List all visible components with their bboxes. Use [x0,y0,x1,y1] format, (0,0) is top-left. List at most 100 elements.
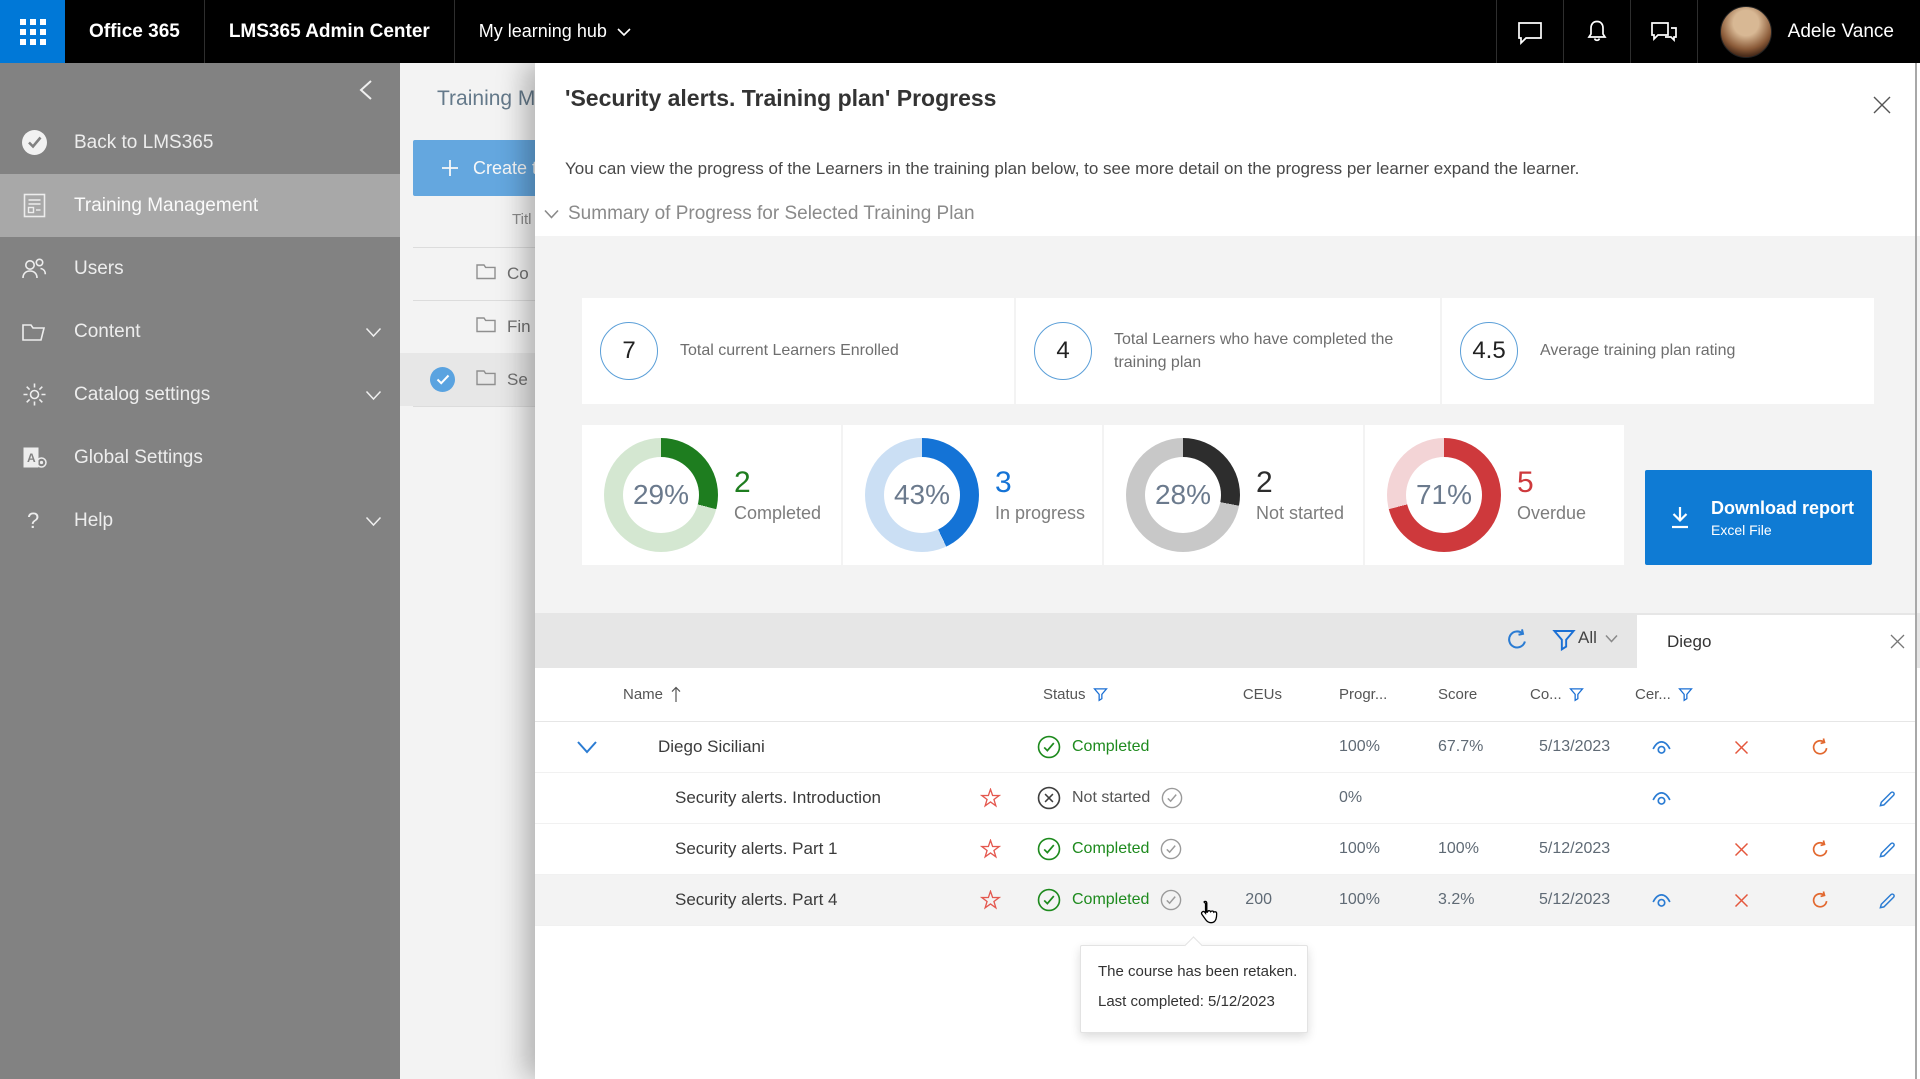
sidebar-item-back-to-lms365[interactable]: Back to LMS365 [0,111,400,174]
app-launcher-icon[interactable] [0,0,65,63]
donut-card-in-progress: 43% 3 In progress [843,425,1102,565]
table-body: Diego Siciliani Completed 100% 67.7% 5/13/20… [535,722,1917,926]
delete-x-icon[interactable] [1732,840,1751,859]
background-column-header: Titl [512,211,532,228]
column-header-progress[interactable]: Progr... [1290,686,1415,703]
edit-pencil-icon[interactable] [1877,788,1898,809]
row-name[interactable]: Security alerts. Part 4 [640,890,965,910]
retake-icon[interactable] [1810,839,1831,860]
filter-funnel-icon[interactable] [1568,687,1584,702]
expand-chevron-icon[interactable] [576,740,598,755]
sidebar-item-catalog-settings[interactable]: Catalog settings [0,363,400,426]
filter-all-dropdown[interactable]: All [1578,628,1618,648]
retake-icon[interactable] [1810,890,1831,911]
table-row-security-alerts-introduction: Security alerts. Introduction Not started… [535,773,1917,824]
user-avatar[interactable] [1719,5,1772,58]
column-header-ceus[interactable]: CEUs [1225,686,1290,703]
donut-label: Not started [1256,503,1345,523]
column-header-name[interactable]: Name [623,686,965,703]
refresh-icon[interactable] [1500,623,1534,657]
user-name[interactable]: Adele Vance [1772,21,1920,43]
filter-funnel-icon[interactable] [1677,687,1693,702]
table-row-security-alerts-part-1: Security alerts. Part 1 Completed 100% 100%… [535,824,1917,875]
background-table-row[interactable]: Se [400,353,535,406]
summary-toggle[interactable]: Summary of Progress for Selected Trainin… [543,203,975,225]
my-learning-hub-menu[interactable]: My learning hub [455,0,655,63]
delete-x-icon[interactable] [1732,891,1751,910]
cell-progress: 100% [1339,891,1380,908]
create-training-plan-button[interactable]: Create tra [413,140,535,196]
brand-lms365-admin-center[interactable]: LMS365 Admin Center [205,0,454,63]
sidebar-collapse-icon[interactable] [352,75,382,105]
modal-title: 'Security alerts. Training plan' Progres… [565,85,997,111]
search-box [1637,615,1917,668]
chevron-down-icon [365,322,382,344]
users-icon [20,255,48,283]
column-header-status[interactable]: Status [1015,686,1225,703]
stat-label: Average training plan rating [1540,342,1736,360]
chevron-down-icon [365,385,382,407]
svg-text:?: ? [27,508,39,533]
row-name[interactable]: Diego Siciliani [640,737,965,757]
donut-percent: 43% [884,457,960,533]
download-report-button[interactable]: Download report Excel File [1645,470,1872,565]
brand-office365[interactable]: Office 365 [65,0,204,63]
download-report-label: Download report [1711,497,1854,518]
sidebar-item-help[interactable]: ? Help [0,489,400,552]
status-completed-icon [1037,888,1061,912]
donut-percent: 71% [1406,457,1482,533]
background-table-row[interactable]: Fin [400,300,535,353]
column-header-completed[interactable]: Co... [1510,686,1625,703]
delete-x-icon[interactable] [1732,738,1751,757]
filter-funnel-icon[interactable] [1547,623,1581,657]
sidebar-item-users[interactable]: Users [0,237,400,300]
donut-card-completed: 29% 2 Completed [582,425,841,565]
background-page: Training M Create tra Titl Co Fin Se [400,63,535,1079]
donut-count: 2 [1256,466,1273,499]
view-content-eye-icon[interactable] [1650,736,1673,759]
background-table-row[interactable]: Co [400,247,535,300]
donut-count: 2 [734,466,751,499]
feedback-icon[interactable] [1631,0,1697,63]
retake-icon[interactable] [1810,737,1831,758]
stat-label: Total Learners who have completed the tr… [1114,330,1394,371]
mouse-cursor-hand-icon [1195,899,1221,934]
mark-completed-icon[interactable] [1161,787,1183,809]
rate-star-icon[interactable] [979,839,1001,859]
filter-value: All [1578,628,1597,647]
rate-star-icon[interactable] [979,890,1001,910]
notifications-bell-icon[interactable] [1564,0,1630,63]
edit-pencil-icon[interactable] [1877,890,1898,911]
column-header-score[interactable]: Score [1415,686,1510,703]
donut-label: In progress [995,503,1086,523]
search-input[interactable] [1667,631,1888,652]
sidebar-item-label: Content [74,320,141,342]
download-icon [1672,506,1688,528]
modal-close-icon[interactable] [1870,93,1896,119]
chevron-down-icon [544,209,559,219]
sidebar-item-global-settings[interactable]: A Global Settings [0,426,400,489]
edit-pencil-icon[interactable] [1877,839,1898,860]
chevron-down-icon [1605,634,1618,643]
view-content-eye-icon[interactable] [1650,889,1673,912]
filter-funnel-icon[interactable] [1092,687,1108,702]
table-header: Name Status CEUs Progr... Score Co... Ce… [535,668,1917,722]
search-clear-icon[interactable] [1888,630,1907,654]
sidebar-item-content[interactable]: Content [0,300,400,363]
modal-scrollbar[interactable] [1915,63,1917,1079]
donut-row: 29% 2 Completed 43% 3 In progress 28% 2 Not star… [582,425,1624,565]
stat-value-circle: 4 [1034,322,1092,380]
sidebar-item-training-management[interactable]: Training Management [0,174,400,237]
rate-star-icon[interactable] [979,788,1001,808]
topbar-divider [1696,0,1698,63]
column-header-certificate[interactable]: Cer... [1625,686,1697,703]
row-name[interactable]: Security alerts. Part 1 [640,839,965,859]
row-name[interactable]: Security alerts. Introduction [640,788,965,808]
cell-score: 3.2% [1438,891,1475,908]
mark-completed-icon[interactable] [1160,889,1182,911]
modal-description: You can view the progress of the Learner… [565,159,1580,178]
view-content-eye-icon[interactable] [1650,787,1673,810]
chat-icon[interactable] [1497,0,1563,63]
mark-completed-icon[interactable] [1160,838,1182,860]
download-excel-label: Excel File [1711,521,1772,538]
